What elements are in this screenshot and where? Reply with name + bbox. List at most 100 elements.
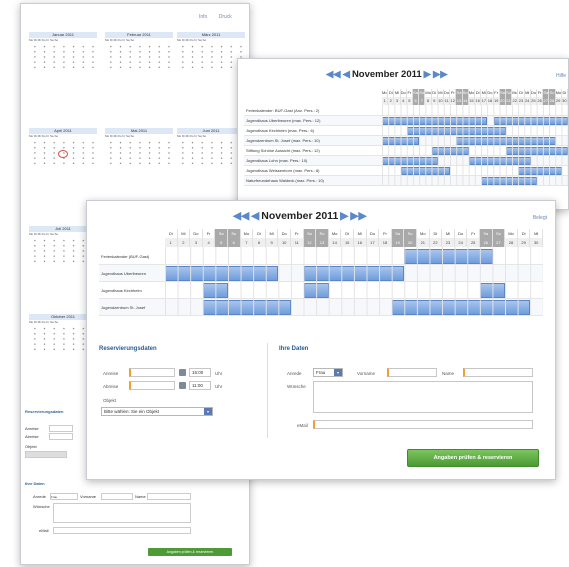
booking-bar[interactable] (382, 137, 420, 145)
small-email-input[interactable] (53, 527, 191, 534)
day-grid[interactable] (177, 43, 245, 71)
day-cell[interactable]: 2 (177, 238, 191, 247)
booking-bar[interactable] (468, 157, 531, 165)
day-cell[interactable]: 25 (467, 238, 480, 247)
mid-help-link[interactable]: Hilfe (556, 73, 566, 79)
front-prev-year-icon[interactable]: ◀◀ (233, 210, 249, 222)
day-cell[interactable]: 23 (442, 238, 455, 247)
booking-bar[interactable] (518, 167, 562, 175)
anrede-select[interactable]: Frau ▾ (313, 368, 343, 377)
day-cell[interactable]: 30 (561, 97, 568, 105)
front-next-year-icon[interactable]: ▶▶ (350, 210, 366, 222)
day-cell[interactable]: 21 (417, 238, 430, 247)
small-wunsche-textarea[interactable] (53, 503, 191, 523)
day-cell[interactable]: 16 (354, 238, 367, 247)
day-grid[interactable] (105, 139, 173, 167)
day-cell[interactable]: 4 (202, 238, 216, 247)
booking-bar[interactable] (431, 147, 469, 155)
booking-bar[interactable] (303, 266, 405, 281)
anrede-dropdown-icon[interactable]: ▾ (334, 369, 342, 376)
day-cell[interactable]: 26 (480, 238, 493, 247)
anreise-calendar-icon[interactable] (179, 369, 186, 376)
small-anreise-input[interactable] (49, 425, 73, 432)
mid-prev-year-icon[interactable]: ◀◀ (326, 69, 341, 80)
day-cell[interactable]: 18 (379, 238, 392, 247)
day-cell[interactable]: 8 (253, 238, 266, 247)
small-label-abreise: Abreise (25, 434, 39, 439)
objekt-select[interactable]: Bitte wählen: Sie ein Objekt ▾ (101, 407, 213, 416)
abreise-input[interactable] (129, 381, 175, 390)
booking-bar[interactable] (165, 266, 279, 281)
day-cell[interactable]: 29 (517, 238, 531, 247)
booking-bar[interactable] (382, 157, 438, 165)
day-cell[interactable]: 12 (303, 238, 317, 247)
booking-bar[interactable] (202, 283, 228, 298)
print-link[interactable]: Druck (219, 14, 232, 20)
name-input[interactable] (463, 368, 533, 377)
booking-bar[interactable] (400, 167, 451, 175)
booking-bar[interactable] (202, 300, 291, 315)
weekday-cell: Mi (354, 229, 367, 238)
day-cell[interactable]: 1 (165, 238, 178, 247)
booking-bar[interactable] (493, 117, 568, 125)
small-abreise-input[interactable] (49, 433, 73, 440)
email-input[interactable] (313, 420, 533, 429)
day-cell[interactable]: 28 (505, 238, 518, 247)
day-cell[interactable]: 19 (391, 238, 405, 247)
mid-month-nav: ◀◀ ◀ November 2011 ▶ ▶▶ (326, 69, 448, 80)
small-anrede-select[interactable]: Frau (50, 493, 78, 500)
day-cell[interactable]: 6 (228, 238, 241, 247)
info-link[interactable]: Info (199, 14, 207, 20)
day-cell[interactable]: 20 (404, 238, 417, 247)
day-cell[interactable]: 3 (190, 238, 203, 247)
booking-bar[interactable] (480, 283, 506, 298)
front-legend-link[interactable]: Belegt (533, 215, 547, 221)
day-cell[interactable]: 10 (278, 238, 291, 247)
anreise-time-input[interactable]: 15:00 (189, 368, 211, 377)
day-cell[interactable]: 17 (366, 238, 380, 247)
day-cell[interactable]: 14 (328, 238, 342, 247)
day-grid[interactable] (29, 43, 97, 71)
day-cell[interactable]: 9 (265, 238, 279, 247)
small-name-input[interactable] (147, 493, 191, 500)
day-cell[interactable]: 30 (530, 238, 543, 247)
small-objekt-select[interactable] (25, 451, 67, 458)
day-cell[interactable]: 13 (316, 238, 329, 247)
day-cell[interactable]: 5 (215, 238, 228, 247)
day-cell[interactable]: 24 (454, 238, 468, 247)
booking-bar[interactable] (303, 283, 329, 298)
booking-bar[interactable] (456, 137, 556, 145)
booking-bar[interactable] (506, 147, 568, 155)
day-grid[interactable] (29, 139, 97, 167)
object-label: Naturfreundehaus Waldeck (max. Pers.: 10… (246, 178, 324, 183)
mid-next-month-icon[interactable]: ▶ (424, 69, 431, 80)
small-submit-button[interactable]: Angaben prüfen & reservieren (148, 548, 232, 556)
weekday-cell: So (316, 229, 329, 238)
objekt-dropdown-icon[interactable]: ▾ (204, 408, 212, 415)
mid-next-year-icon[interactable]: ▶▶ (433, 69, 448, 80)
booking-bar[interactable] (382, 117, 488, 125)
day-cell[interactable]: 27 (492, 238, 506, 247)
front-prev-month-icon[interactable]: ◀ (251, 210, 259, 222)
weekday-cell: Di (253, 229, 266, 238)
booking-bar[interactable] (404, 249, 493, 264)
day-cell[interactable]: 11 (291, 238, 304, 247)
booking-bar[interactable] (391, 300, 531, 315)
wunsche-textarea[interactable] (313, 381, 533, 413)
mid-prev-month-icon[interactable]: ◀ (343, 69, 350, 80)
day-grid[interactable] (177, 139, 245, 167)
anreise-input[interactable] (129, 368, 175, 377)
abreise-time-input[interactable]: 11:00 (189, 381, 211, 390)
day-cell[interactable]: 22 (429, 238, 443, 247)
small-vorname-input[interactable] (101, 493, 133, 500)
abreise-calendar-icon[interactable] (179, 382, 186, 389)
front-next-month-icon[interactable]: ▶ (340, 210, 348, 222)
booking-bar[interactable] (406, 127, 506, 135)
day-cell[interactable]: 7 (240, 238, 254, 247)
vorname-input[interactable] (387, 368, 437, 377)
abreise-uhr-label: Uhr (215, 384, 223, 389)
day-cell[interactable]: 15 (341, 238, 354, 247)
booking-bar[interactable] (481, 177, 537, 185)
day-grid[interactable] (105, 43, 173, 71)
submit-reservation-button[interactable]: Angaben prüfen & reservieren (407, 449, 539, 467)
